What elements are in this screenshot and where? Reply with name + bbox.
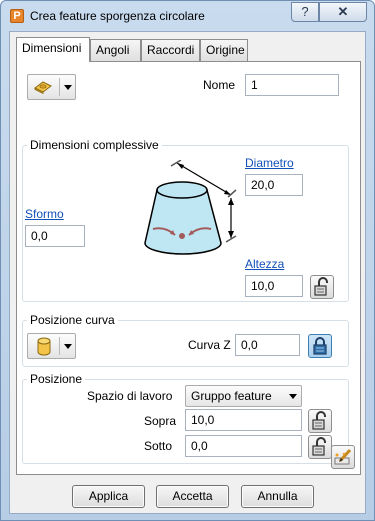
cylinder-icon [37, 337, 51, 356]
app-icon: P [10, 9, 24, 23]
dialog-client: Dimensioni Angoli Raccordi Origine Nome … [9, 31, 366, 514]
dialog-window: P Crea feature sporgenza circolare ? ✕ D… [0, 0, 375, 521]
diameter-field[interactable]: 20,0 [245, 174, 303, 196]
locked-padlock-icon [313, 337, 327, 355]
cancel-button[interactable]: Annulla [241, 485, 314, 508]
curve-z-label: Curva Z [188, 338, 231, 352]
help-button[interactable]: ? [291, 2, 319, 22]
overall-dimensions-title: Dimensioni complessive [27, 138, 162, 152]
workspace-select-value: Gruppo feature [191, 389, 272, 403]
above-lock-button[interactable] [308, 409, 332, 433]
draft-link[interactable]: Sformo [25, 207, 64, 221]
close-button[interactable]: ✕ [319, 2, 367, 22]
position-title: Posizione [27, 372, 86, 386]
curve-z-lock-button[interactable] [308, 334, 332, 358]
below-lock-button[interactable] [308, 435, 332, 459]
below-label: Sotto [144, 439, 173, 453]
height-lock-button[interactable] [310, 275, 334, 299]
workspace-label: Spazio di lavoro [87, 389, 173, 403]
name-label: Nome [203, 78, 236, 92]
diameter-link[interactable]: Diametro [245, 156, 294, 170]
boss-dimension-diagram [144, 160, 237, 255]
dropdown-separator [59, 78, 60, 96]
unlocked-padlock-icon [314, 277, 328, 296]
window-title: Crea feature sporgenza circolare [30, 9, 205, 23]
tab-origine[interactable]: Origine [200, 39, 248, 61]
tab-page-dimensioni: Nome 1 Dimensioni complessive Diametro 2… [16, 61, 361, 475]
chevron-down-icon [64, 85, 72, 90]
chevron-down-icon [64, 344, 72, 349]
workspace-select[interactable]: Gruppo feature [185, 385, 302, 407]
pencil-sparkle-icon [334, 448, 352, 465]
above-label: Sopra [144, 414, 177, 428]
preview-edit-button[interactable] [331, 445, 355, 469]
curve-type-dropdown[interactable] [27, 333, 76, 359]
draft-field[interactable]: 0,0 [25, 225, 85, 247]
tab-raccordi[interactable]: Raccordi [141, 39, 200, 61]
below-field[interactable]: 0,0 [185, 435, 302, 457]
tab-angoli[interactable]: Angoli [90, 39, 141, 61]
curve-position-title: Posizione curva [27, 313, 118, 327]
above-field[interactable]: 10,0 [185, 409, 302, 431]
dropdown-separator [59, 337, 60, 355]
apply-button[interactable]: Applica [72, 485, 145, 508]
height-link[interactable]: Altezza [245, 257, 284, 271]
boss-feature-icon [34, 81, 52, 94]
height-field[interactable]: 10,0 [245, 275, 303, 297]
feature-type-dropdown[interactable] [27, 74, 76, 100]
unlocked-padlock-icon [312, 437, 326, 456]
name-field[interactable]: 1 [245, 74, 339, 96]
accept-button[interactable]: Accetta [156, 485, 229, 508]
curve-z-field[interactable]: 0,0 [235, 334, 300, 356]
tab-dimensioni[interactable]: Dimensioni [16, 37, 90, 62]
title-bar[interactable]: P Crea feature sporgenza circolare ? ✕ [1, 1, 374, 31]
chevron-down-icon [289, 394, 297, 399]
unlocked-padlock-icon [312, 411, 326, 430]
